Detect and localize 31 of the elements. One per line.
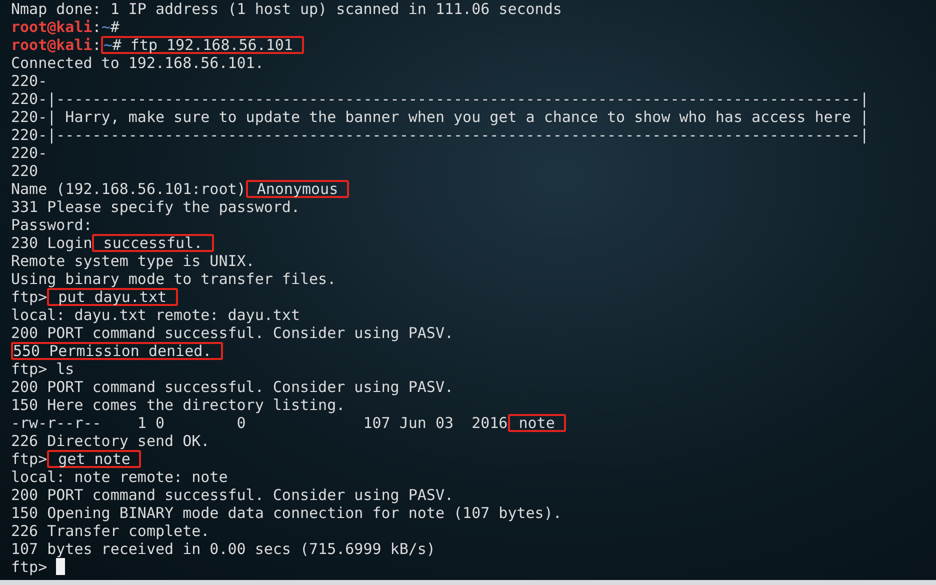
terminal-line: Remote system type is UNIX.	[11, 252, 255, 270]
terminal-line: 220	[11, 162, 38, 180]
terminal-line: 200 PORT command successful. Consider using PASV.	[11, 324, 454, 342]
terminal-line: 200 PORT command successful. Consider using PASV.	[11, 378, 454, 396]
terminal-line: ftp> ls	[11, 360, 74, 378]
terminal-line: 150 Opening BINARY mode data connection for note (107 bytes).	[11, 504, 562, 522]
terminal-line: ftp> get note	[11, 450, 142, 468]
terminal-line: 200 PORT command successful. Consider using PASV.	[11, 486, 454, 504]
terminal-line: Nmap done: 1 IP address (1 host up) scanned in 111.06 seconds	[11, 0, 562, 18]
terminal-line: 230 Login successful.	[11, 234, 214, 252]
terminal-line: 220-|-----------------------------------------------------------------------------------------|	[11, 126, 869, 144]
terminal-line: 150 Here comes the directory listing.	[11, 396, 346, 414]
terminal-line: Using binary mode to transfer files.	[11, 270, 336, 288]
terminal-line: 220-	[11, 144, 48, 162]
terminal-line: 226 Transfer complete.	[11, 522, 210, 540]
terminal-line: local: note remote: note	[11, 468, 228, 486]
terminal-line: 220-| Harry, make sure to update the banner when you get a chance to show who has access here |	[11, 108, 869, 126]
terminal-line: -rw-r--r-- 1 0 0 107 Jun 03 2016 note	[11, 414, 566, 432]
terminal-line: Connected to 192.168.56.101.	[11, 54, 264, 72]
terminal-line: 331 Please specify the password.	[11, 198, 300, 216]
terminal-line: ftp> put dayu.txt	[11, 288, 178, 306]
terminal-line: 107 bytes received in 0.00 secs (715.6999 kB/s)	[11, 540, 436, 558]
terminal-line: 226 Directory send OK.	[11, 432, 210, 450]
terminal-line: 220-	[11, 72, 48, 90]
terminal-line: Password:	[11, 216, 92, 234]
terminal-line: Name (192.168.56.101:root) Anonymous	[11, 180, 350, 198]
terminal-line: root@kali:~#	[11, 18, 120, 36]
terminal-line: ftp>	[11, 558, 48, 576]
terminal-line: local: dayu.txt remote: dayu.txt	[11, 306, 300, 324]
terminal-line: 220-|-----------------------------------------------------------------------------------------|	[11, 90, 869, 108]
terminal-line: root@kali:~# ftp 192.168.56.101	[11, 36, 304, 54]
